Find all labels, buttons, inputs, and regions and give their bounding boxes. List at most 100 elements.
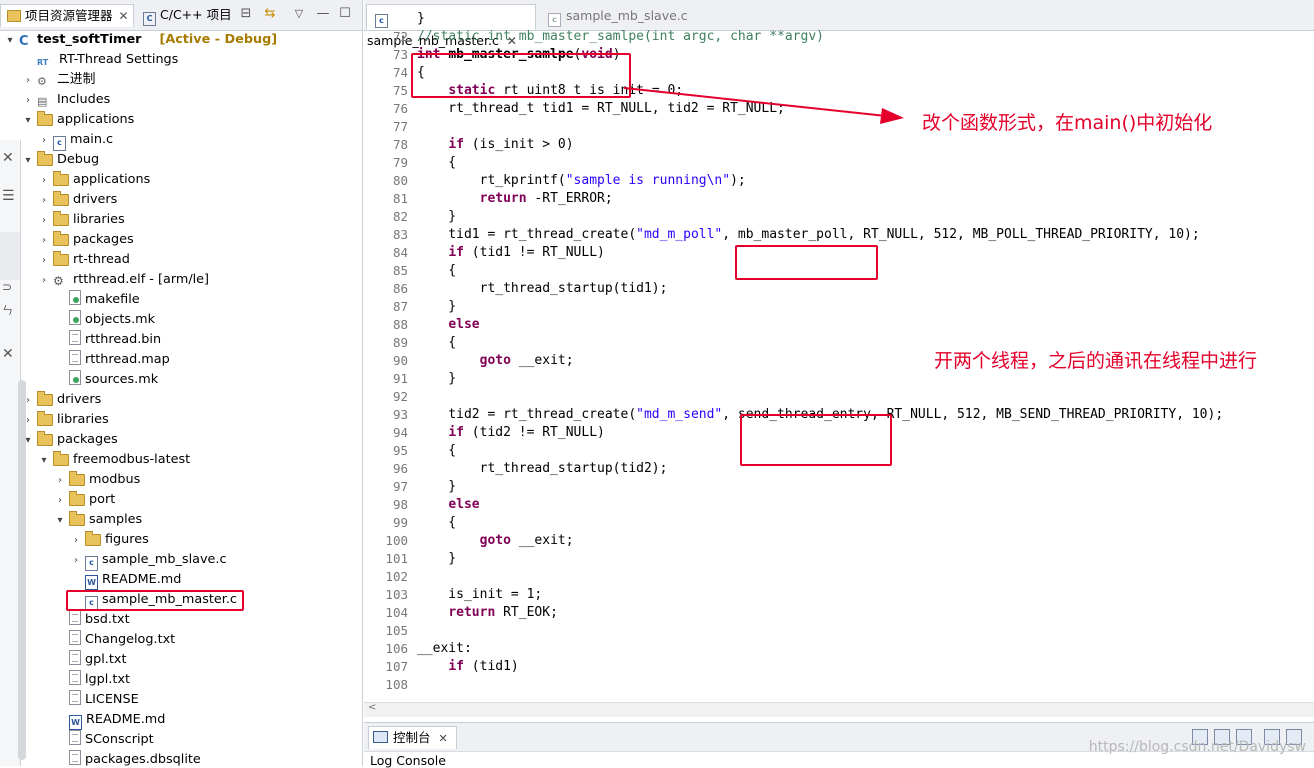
code-line[interactable]: //static int mb_master_samlpe(int argc, … [417,28,824,46]
close-icon[interactable]: ✕ [119,9,129,23]
code-line[interactable]: rt_kprintf("sample is running\n"); [417,172,746,190]
close-icon[interactable]: ✕ [2,346,14,362]
chevron-right-icon[interactable]: › [38,231,50,251]
code-line[interactable]: else [417,496,479,514]
tree-item[interactable]: › figures [70,530,149,550]
code-line[interactable]: { [417,154,456,172]
chevron-right-icon[interactable]: › [38,191,50,211]
tab-console[interactable]: 控制台 ✕ [368,726,457,749]
chevron-down-icon[interactable]: ▾ [4,31,16,51]
code-line[interactable]: goto __exit; [417,352,574,370]
tree-item[interactable]: › applications [38,170,150,190]
tree-item[interactable]: RT RT-Thread Settings [22,50,178,70]
minimize-icon[interactable]: — [315,6,331,22]
chevron-right-icon[interactable]: › [22,91,34,111]
tree-item[interactable]: SConscript [54,730,154,750]
tree-item[interactable]: ▾ Debug [22,150,99,170]
tree-item[interactable]: Changelog.txt [54,630,175,650]
tree-item[interactable]: ▾ freemodbus-latest [38,450,190,470]
code-line[interactable]: tid1 = rt_thread_create("md_m_poll", mb_… [417,226,1199,244]
tree-item[interactable]: › libraries [38,210,125,230]
tree-item[interactable]: › drivers [22,390,101,410]
code-line[interactable]: if (is_init > 0) [417,136,573,154]
chevron-right-icon[interactable]: › [70,551,82,571]
tree-item[interactable]: W README.md [70,570,181,590]
code-line[interactable]: { [417,262,456,280]
collapse-all-icon[interactable]: ⊟ [238,6,254,22]
tree-item[interactable]: › ⚙ rtthread.elf - [arm/le] [38,270,209,290]
code-line[interactable]: { [417,514,456,532]
tree-item[interactable]: packages.dbsqlite [54,750,201,766]
tree-item[interactable]: ▾ Ctest_softTimer [Active - Debug] [4,30,277,50]
chevron-down-icon[interactable]: ▾ [22,151,34,171]
tree-item[interactable]: ▾ applications [22,110,134,130]
chevron-down-icon[interactable]: ▾ [22,111,34,131]
chevron-right-icon[interactable]: › [38,271,50,291]
tree-item[interactable]: › packages [38,230,134,250]
menu-icon[interactable]: ☰ [2,188,15,204]
tree-item[interactable]: LICENSE [54,690,139,710]
tree-item[interactable]: sources.mk [54,370,158,390]
code-line[interactable]: { [417,334,456,352]
code-line[interactable]: rt_thread_startup(tid2); [417,460,668,478]
tree-item[interactable]: gpl.txt [54,650,126,670]
code-line[interactable]: return -RT_ERROR; [417,190,613,208]
code-line[interactable]: if (tid2 != RT_NULL) [417,424,605,442]
chevron-down-icon[interactable]: ▾ [54,511,66,531]
chevron-right-icon[interactable]: › [22,71,34,91]
chevron-right-icon[interactable]: › [38,211,50,231]
scroll-left-icon[interactable]: < [368,702,376,713]
scrollbar-thumb[interactable] [18,380,26,760]
tree-item[interactable]: objects.mk [54,310,155,330]
tree-item[interactable]: › c sample_mb_slave.c [70,550,227,571]
tree-item[interactable]: › drivers [38,190,117,210]
tree-item[interactable]: bsd.txt [54,610,130,630]
close-icon[interactable]: ✕ [2,150,14,166]
code-line[interactable]: { [417,442,456,460]
code-line[interactable]: } [417,370,456,388]
tree-item[interactable]: › ▤ Includes [22,90,110,110]
code-line[interactable]: } [417,298,456,316]
chevron-right-icon[interactable]: › [38,131,50,151]
horizontal-scrollbar[interactable]: < [364,702,1314,717]
code-line[interactable]: if (tid1) [417,658,518,676]
tree-item[interactable]: rtthread.bin [54,330,161,350]
tree-item[interactable]: › modbus [54,470,140,490]
code-line[interactable]: } [417,478,456,496]
link-with-editor-icon[interactable]: ⇆ [262,6,278,22]
code-line[interactable]: is_init = 1; [417,586,542,604]
code-line[interactable]: } [417,208,456,226]
tree-item[interactable]: W README.md [54,710,165,730]
tree-item[interactable]: › rt-thread [38,250,130,270]
code-line[interactable]: } [417,550,456,568]
code-line[interactable]: __exit: [417,640,472,658]
chevron-right-icon[interactable]: › [38,251,50,271]
tree-item[interactable]: lgpl.txt [54,670,130,690]
tree-item[interactable]: makefile [54,290,140,310]
chevron-right-icon[interactable]: › [54,491,66,511]
tab-cpp-projects[interactable]: C C/C++ 项目 [137,4,232,26]
tab-project-explorer[interactable]: 项目资源管理器 ✕ [0,4,134,27]
maximize-icon[interactable]: ☐ [337,6,353,22]
tab-sample-mb-master[interactable]: csample_mb_master.c ✕ [366,4,536,48]
tab-sample-mb-slave[interactable]: c sample_mb_slave.c [540,4,688,28]
view-menu-icon[interactable]: ▽ [291,6,307,22]
chevron-right-icon[interactable]: › [54,471,66,491]
code-line[interactable]: else [417,316,479,334]
chevron-right-icon[interactable]: › [70,531,82,551]
code-line[interactable]: return RT_EOK; [417,604,558,622]
tree-item[interactable]: › ⚙ 二进制 [22,70,95,90]
code-line[interactable]: goto __exit; [417,532,574,550]
code-line[interactable]: rt_thread_startup(tid1); [417,280,668,298]
tree-item[interactable]: › libraries [22,410,109,430]
tree-item[interactable]: › c main.c [38,130,113,151]
tree-item[interactable]: rtthread.map [54,350,170,370]
close-icon[interactable]: ✕ [439,732,448,745]
tree-item[interactable]: › port [54,490,115,510]
code-line[interactable]: if (tid1 != RT_NULL) [417,244,605,262]
code-line[interactable]: } [417,10,425,28]
chevron-right-icon[interactable]: › [38,171,50,191]
tree-item[interactable]: ▾ packages [22,430,118,450]
tree-item[interactable]: ▾ samples [54,510,142,530]
chevron-down-icon[interactable]: ▾ [38,451,50,471]
